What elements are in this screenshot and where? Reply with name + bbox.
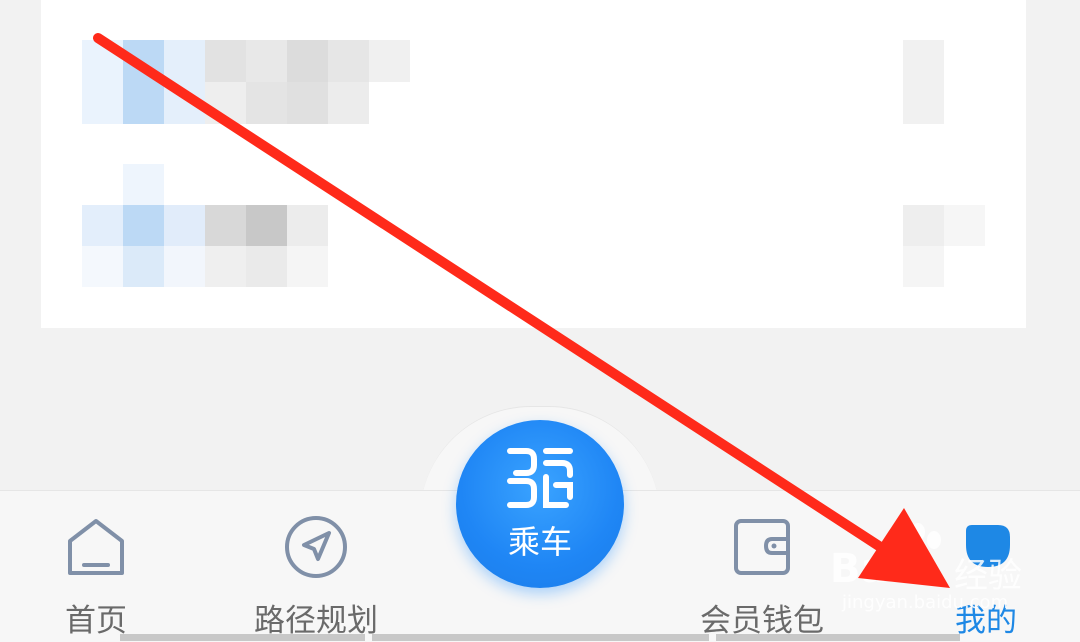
annotation-arrow bbox=[93, 33, 950, 588]
